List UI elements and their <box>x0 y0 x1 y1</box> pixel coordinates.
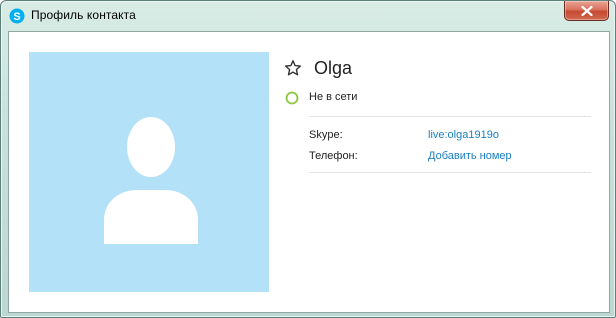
offline-status-icon <box>285 91 299 105</box>
close-button[interactable] <box>564 1 609 21</box>
profile-window: S Профиль контакта Olga Не в сети Skype:… <box>0 0 616 318</box>
default-avatar-icon <box>104 117 198 244</box>
skype-label: Skype: <box>309 129 343 141</box>
divider <box>309 116 591 117</box>
window-title: Профиль контакта <box>31 8 136 22</box>
status-text: Не в сети <box>309 91 358 103</box>
close-icon <box>580 5 593 16</box>
skype-id-link[interactable]: live:olga1919o <box>428 129 499 141</box>
star-outline-icon[interactable] <box>284 59 302 77</box>
skype-icon: S <box>9 8 25 24</box>
title-bar[interactable]: S Профиль контакта <box>1 1 615 31</box>
svg-text:S: S <box>13 11 20 23</box>
profile-content: Olga Не в сети Skype: live:olga1919o Тел… <box>8 31 610 313</box>
divider <box>309 172 591 173</box>
contact-name: Olga <box>314 58 353 78</box>
add-phone-link[interactable]: Добавить номер <box>428 150 512 162</box>
avatar <box>29 52 269 292</box>
phone-label: Телефон: <box>309 150 358 162</box>
